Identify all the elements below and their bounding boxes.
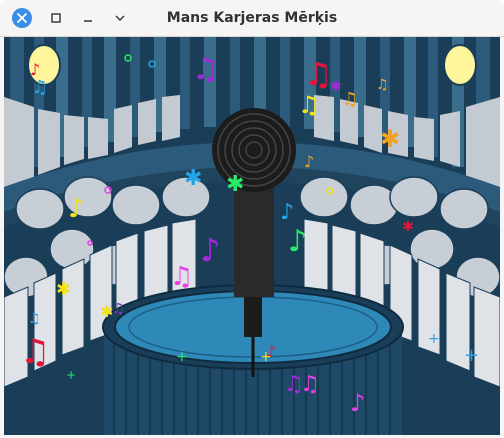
music-note-icon: ♫ <box>376 77 389 93</box>
music-note-icon: ♪ <box>30 60 40 79</box>
star-icon: + <box>66 368 76 382</box>
scene-canvas: ♫ ♫ ♫ ♫ ♫ ♫ ♪ ♪ ♪ ♫ ♪ ♪ ♪ ♫ ♫ ♫ ♫ ♫ ♪ ♪ <box>4 37 500 435</box>
concert-scene: ♫ ♫ ♫ ♫ ♫ ♫ ♪ ♪ ♪ ♫ ♪ ♪ ♪ ♫ ♫ ♫ ♫ ♫ ♪ ♪ <box>4 37 500 435</box>
star-icon: ✱ <box>226 172 244 197</box>
music-note-icon: ♫ <box>192 52 219 87</box>
star-icon: ✱ <box>380 125 400 153</box>
title-bar: Mans Karjeras Mērķis <box>0 0 504 37</box>
star-icon: ✱ <box>184 166 202 191</box>
music-note-icon: ♫ <box>32 77 48 98</box>
star-icon: + <box>176 349 188 365</box>
music-note-icon: ♪ <box>280 200 294 225</box>
music-note-icon: ♫ <box>342 89 358 110</box>
star-icon: ✱ <box>330 79 342 95</box>
music-note-icon: ♪ <box>288 224 307 259</box>
music-note-icon: ♫ <box>170 262 193 292</box>
music-note-icon: ♫ <box>300 372 320 397</box>
music-note-icon: ♪ <box>350 389 365 417</box>
star-icon: + <box>464 345 479 366</box>
star-icon: ✱ <box>56 279 71 300</box>
music-note-icon: ♫ <box>20 332 50 372</box>
star-icon: + <box>260 349 272 365</box>
music-note-icon: ♪ <box>304 152 314 171</box>
music-note-icon: ♫ <box>112 301 125 317</box>
music-note-icon: ♫ <box>298 91 320 119</box>
app-window: Mans Karjeras Mērķis ♫ ♫ ♫ ♫ ♫ ♫ ♪ ♪ ♪ ♫… <box>0 0 504 438</box>
spotlight-icon <box>443 44 477 86</box>
music-note-icon: ♪ <box>68 194 85 224</box>
star-icon: + <box>428 331 440 347</box>
music-note-icon: ♪ <box>200 231 220 269</box>
star-icon: ✱ <box>100 302 113 321</box>
music-note-icon: ♫ <box>28 311 41 327</box>
music-note-icon: ♫ <box>304 55 333 93</box>
window-title: Mans Karjeras Mērķis <box>166 10 338 26</box>
star-icon: ✱ <box>402 219 414 235</box>
